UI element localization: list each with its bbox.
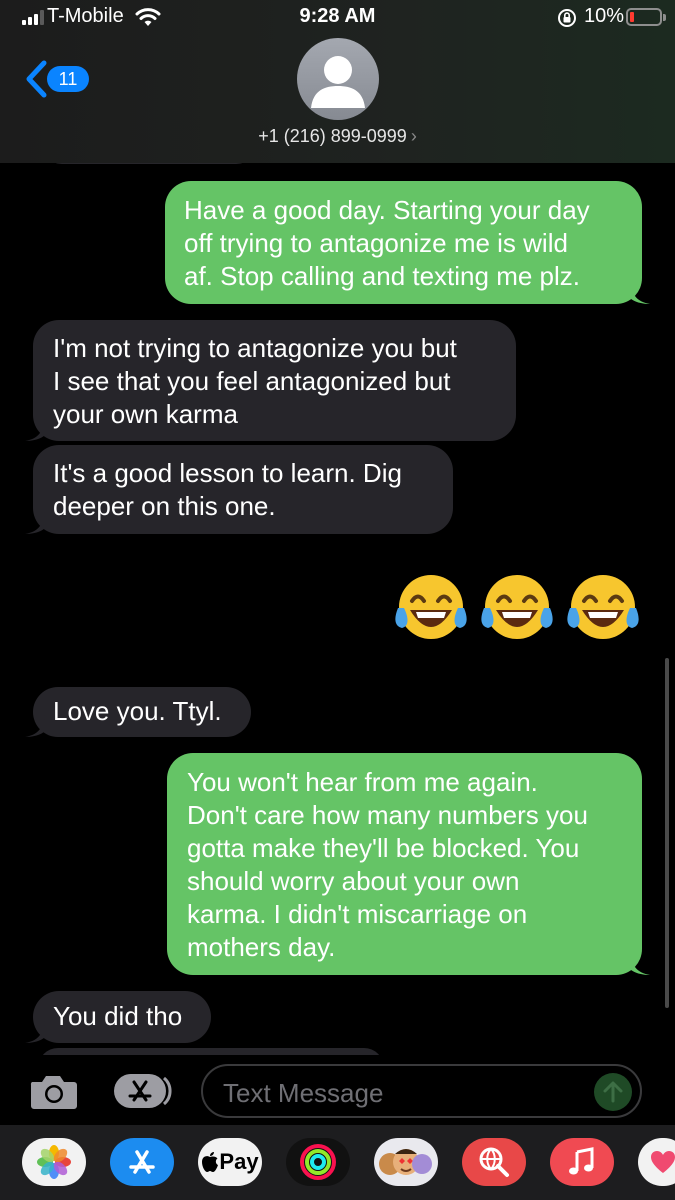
app-store-drawer-icon[interactable] — [112, 1072, 174, 1110]
send-button[interactable] — [594, 1073, 632, 1111]
arrow-up-icon — [603, 1081, 623, 1103]
contact-number: +1 (216) 899-0999 — [258, 126, 407, 146]
tears-of-joy-emoji-icon — [567, 575, 639, 639]
web-search-app-button[interactable] — [462, 1138, 526, 1186]
web-search-icon — [479, 1147, 509, 1177]
message-line: deeper on this one. — [53, 491, 276, 521]
message-bubble-received[interactable]: Love you. Ttyl. — [25, 687, 251, 737]
chevron-right-icon: › — [410, 126, 417, 146]
activity-rings-icon — [300, 1144, 336, 1180]
app-store-icon — [129, 1150, 155, 1174]
contact-avatar[interactable] — [297, 38, 379, 120]
camera-icon[interactable] — [28, 1072, 80, 1112]
message-line: Don't care how many numbers you — [187, 800, 588, 830]
message-line: should worry about your own — [187, 866, 520, 896]
message-line: af. Stop calling and texting me plz. — [184, 261, 581, 291]
music-app-button[interactable] — [550, 1138, 614, 1186]
tears-of-joy-emoji-icon — [481, 575, 553, 639]
status-bar: T-Mobile 9:28 AM 10% — [0, 0, 675, 36]
photos-app-button[interactable] — [22, 1138, 86, 1186]
conversation-header: T-Mobile 9:28 AM 10% 11 +1 (216) 899-099… — [0, 0, 675, 163]
digital-touch-icon — [651, 1151, 675, 1173]
message-text-field[interactable]: Text Message — [201, 1064, 642, 1118]
orientation-lock-icon — [558, 9, 576, 27]
text-field-placeholder: Text Message — [223, 1078, 384, 1108]
message-line: I'm not trying to antagonize you but — [53, 333, 457, 363]
scrollbar[interactable] — [665, 658, 669, 1008]
apple-pay-label: Pay — [219, 1149, 259, 1174]
message-line: Have a good day. Starting your day — [184, 195, 590, 225]
photos-icon — [37, 1145, 71, 1179]
person-silhouette-icon — [311, 56, 365, 108]
activity-app-button[interactable] — [286, 1138, 350, 1186]
unread-count-badge[interactable]: 11 — [47, 66, 89, 92]
message-bubble-sent[interactable]: You won't hear from me again. Don't care… — [167, 753, 650, 975]
tears-of-joy-emoji-icon — [395, 575, 467, 639]
message-line: off trying to antagonize me is wild — [184, 228, 568, 258]
message-line: It's a good lesson to learn. Dig — [53, 458, 402, 488]
message-line: your own karma — [53, 399, 238, 429]
battery-icon — [626, 8, 666, 26]
message-bubble-sent[interactable]: Have a good day. Starting your day off t… — [165, 181, 650, 304]
message-bubble-received[interactable]: It's a good lesson to learn. Dig deeper … — [25, 445, 453, 534]
message-line: Love you. Ttyl. — [53, 696, 222, 726]
message-bubble-received[interactable]: You did tho — [25, 991, 211, 1043]
message-line: mothers day. — [187, 932, 336, 962]
message-line: You did tho — [53, 1001, 183, 1031]
message-line: I see that you feel antagonized but — [53, 366, 451, 396]
digital-touch-app-button[interactable] — [638, 1138, 675, 1186]
message-bubble-received[interactable]: I'm not trying to antagonize you but I s… — [25, 320, 516, 441]
apple-pay-app-button[interactable]: Pay — [198, 1138, 262, 1186]
back-chevron-icon[interactable] — [24, 59, 48, 99]
memoji-stickers-app-button[interactable] — [374, 1138, 438, 1186]
message-line: You won't hear from me again. — [187, 767, 538, 797]
memoji-stickers-icon — [379, 1149, 432, 1175]
contact-name-button[interactable]: +1 (216) 899-0999 › — [0, 126, 675, 147]
message-line: karma. I didn't miscarriage on — [187, 899, 528, 929]
message-input-bar: Text Message — [0, 1055, 675, 1125]
battery-percentage: 10% — [584, 5, 625, 27]
apple-logo-icon — [202, 1152, 219, 1172]
music-note-icon — [569, 1147, 594, 1175]
app-store-app-button[interactable] — [110, 1138, 174, 1186]
message-line: gotta make they'll be blocked. You — [187, 833, 580, 863]
imessage-app-drawer: Pay — [0, 1125, 675, 1200]
